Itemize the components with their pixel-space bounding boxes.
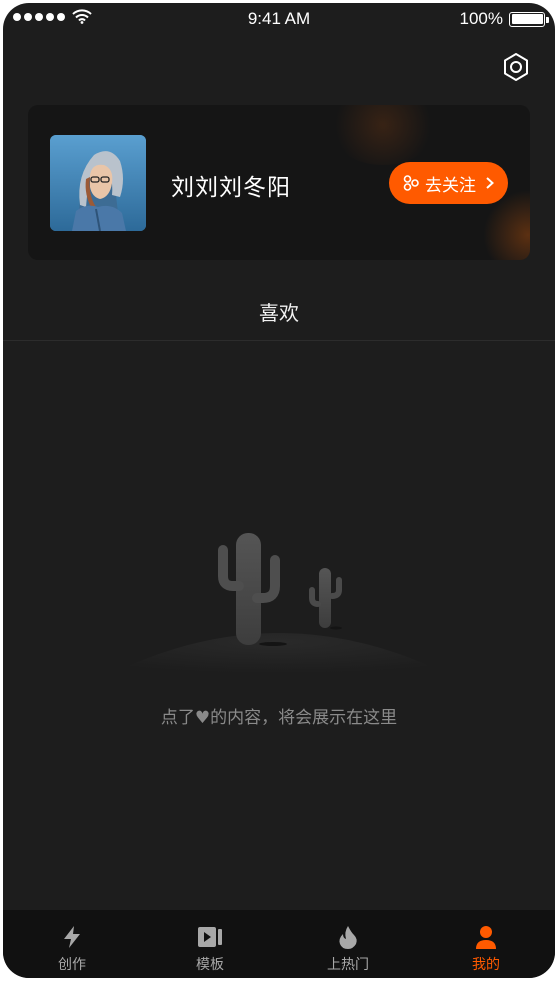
chevron-right-icon [486,177,494,189]
section-title: 喜欢 [259,301,299,325]
follow-button[interactable]: 去关注 [389,162,508,204]
status-bar: 9:41 AM 100% [3,3,555,33]
profile-name: 刘刘刘冬阳 [171,175,291,201]
flame-icon [339,926,357,949]
battery-icon [509,11,549,27]
tab-templates-label: 模板 [196,957,224,973]
settings-gear-icon[interactable] [500,51,532,83]
tab-create[interactable]: 创作 [3,910,141,978]
empty-cactus-illustration [103,533,455,678]
bottom-tab-bar: 创作 模板 上热门 我的 [3,910,555,978]
phone-screen: 9:41 AM 100% 刘刘刘冬阳 去关注 喜欢 点了♥的内容，将会展示在这里… [3,3,555,978]
tab-create-label: 创作 [58,957,86,973]
users-icon [403,175,419,191]
divider [3,340,555,341]
avatar[interactable] [50,135,146,231]
battery-percent: 100% [459,9,503,28]
profile-card: 刘刘刘冬阳 去关注 [28,105,530,260]
video-template-icon [198,927,222,947]
tab-me[interactable]: 我的 [417,910,555,978]
tab-trending[interactable]: 上热门 [279,910,417,978]
person-icon [476,926,496,949]
lightning-icon [64,926,80,948]
empty-state-message: 点了♥的内容，将会展示在这里 [160,708,398,728]
follow-button-label: 去关注 [425,175,476,196]
tab-me-label: 我的 [472,957,500,973]
tab-templates[interactable]: 模板 [141,910,279,978]
tab-trending-label: 上热门 [327,957,369,973]
